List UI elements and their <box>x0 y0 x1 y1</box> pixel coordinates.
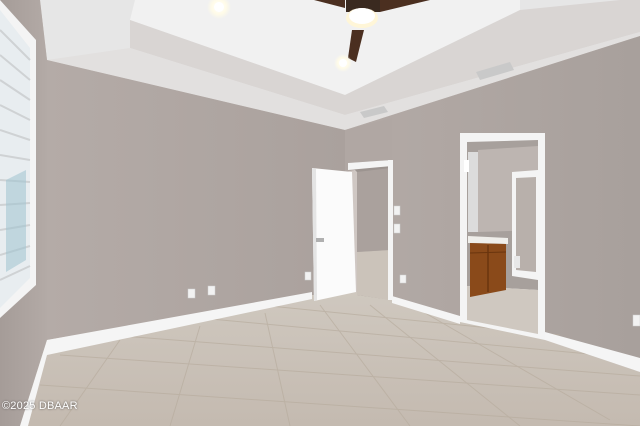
bathroom-doorway <box>460 133 545 340</box>
bathroom-mirror <box>468 152 478 232</box>
room-photo <box>0 0 640 426</box>
shutter-window <box>0 0 36 318</box>
open-door <box>312 160 393 301</box>
photo-watermark: ©2025 DBAAR <box>2 400 78 412</box>
